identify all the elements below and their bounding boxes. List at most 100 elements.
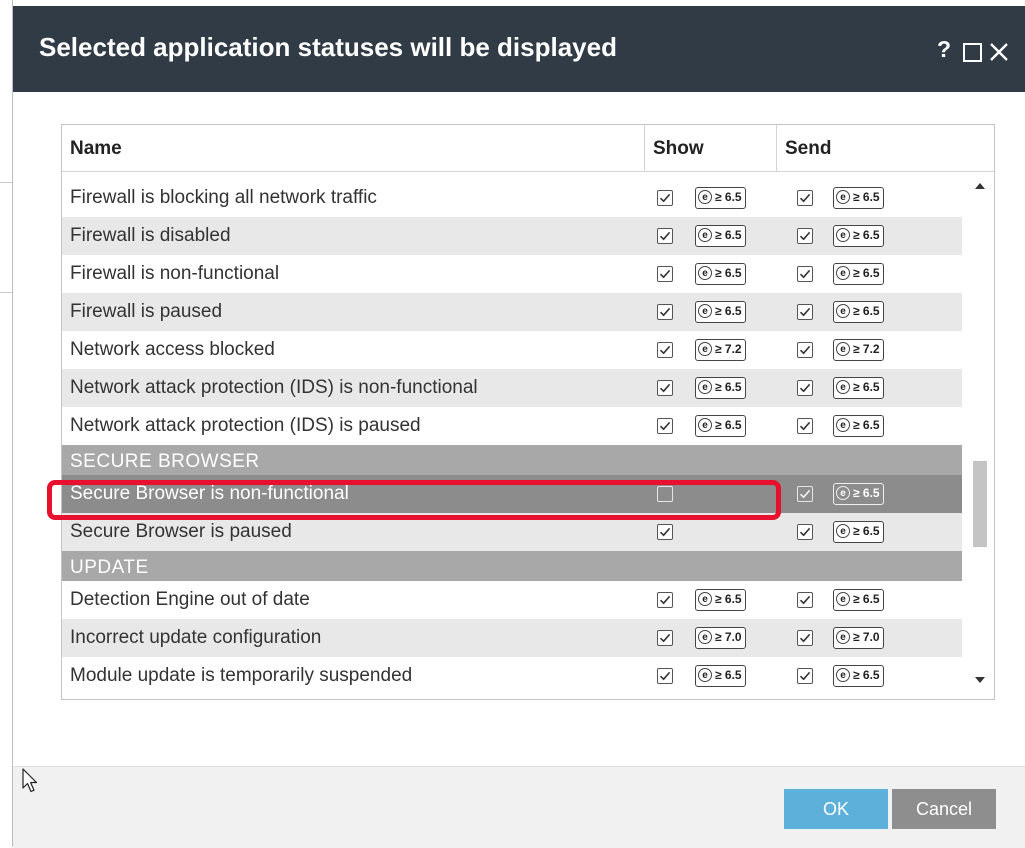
eset-e-icon: e xyxy=(836,523,850,538)
status-name: Firewall is paused xyxy=(70,301,223,322)
checkmark-icon xyxy=(659,671,671,681)
send-checkbox[interactable] xyxy=(797,190,813,206)
version-label: ≥ 7.2 xyxy=(715,342,742,356)
show-checkbox[interactable] xyxy=(657,524,673,540)
ok-button[interactable]: OK xyxy=(784,789,888,829)
show-checkbox[interactable] xyxy=(657,418,673,434)
version-label: ≥ 6.5 xyxy=(853,380,880,394)
category-label: SECURE BROWSER xyxy=(70,451,260,472)
version-label: ≥ 6.5 xyxy=(853,228,880,242)
eset-e-icon: e xyxy=(698,341,712,356)
scroll-thumb[interactable] xyxy=(973,461,987,547)
send-checkbox[interactable] xyxy=(797,486,813,502)
status-name: Incorrect update configuration xyxy=(70,627,322,648)
table-row[interactable]: Firewall is paused e ≥ 6.5 e ≥ 6.5 xyxy=(62,293,962,331)
show-checkbox[interactable] xyxy=(657,630,673,646)
column-header-name[interactable]: Name xyxy=(62,125,644,171)
column-header-send[interactable]: Send xyxy=(776,125,994,171)
table-row[interactable]: Network attack protection (IDS) is non-f… xyxy=(62,369,962,407)
checkmark-icon xyxy=(799,231,811,241)
version-label: ≥ 6.5 xyxy=(715,266,742,280)
show-checkbox[interactable] xyxy=(657,592,673,608)
checkmark-icon xyxy=(659,595,671,605)
table-row[interactable]: Network access blocked e ≥ 7.2 e ≥ 7.2 xyxy=(62,331,962,369)
send-checkbox[interactable] xyxy=(797,630,813,646)
eset-e-icon: e xyxy=(836,667,850,682)
send-checkbox[interactable] xyxy=(797,342,813,358)
selected-row-highlight xyxy=(47,480,781,520)
checkmark-icon xyxy=(799,345,811,355)
table-row[interactable]: Incorrect update configuration e ≥ 7.0 e ≥ 7… xyxy=(62,619,962,657)
show-checkbox[interactable] xyxy=(657,668,673,684)
checkmark-icon xyxy=(799,527,811,537)
category-row[interactable]: UPDATE xyxy=(62,551,962,581)
version-label: ≥ 6.5 xyxy=(715,190,742,204)
send-checkbox[interactable] xyxy=(797,418,813,434)
send-version-badge: e ≥ 6.5 xyxy=(833,589,884,611)
table-row[interactable]: Firewall is non-functional e ≥ 6.5 e ≥ 6.5 xyxy=(62,255,962,293)
send-checkbox[interactable] xyxy=(797,592,813,608)
scroll-down-arrow-icon[interactable] xyxy=(975,677,985,683)
category-row[interactable]: SECURE BROWSER xyxy=(62,445,962,475)
status-selection-dialog: Selected application statuses will be di… xyxy=(12,0,1025,848)
scroll-up-arrow-icon[interactable] xyxy=(975,183,985,189)
eset-e-icon: e xyxy=(836,485,850,500)
status-name: Firewall is disabled xyxy=(70,225,231,246)
checkmark-icon xyxy=(659,383,671,393)
send-version-badge: e ≥ 6.5 xyxy=(833,377,884,399)
send-checkbox[interactable] xyxy=(797,524,813,540)
version-label: ≥ 6.5 xyxy=(853,190,880,204)
version-label: ≥ 6.5 xyxy=(715,304,742,318)
close-icon[interactable] xyxy=(989,42,1009,67)
version-label: ≥ 7.2 xyxy=(853,342,880,356)
version-label: ≥ 6.5 xyxy=(715,668,742,682)
send-checkbox[interactable] xyxy=(797,266,813,282)
table-row[interactable]: Module update is temporarily suspended e ≥… xyxy=(62,657,962,695)
table-row[interactable]: Firewall is disabled e ≥ 6.5 e ≥ 6.5 xyxy=(62,217,962,255)
eset-e-icon: e xyxy=(698,189,712,204)
version-label: ≥ 6.5 xyxy=(853,266,880,280)
table-row[interactable]: Detection Engine out of date e ≥ 6.5 e ≥ 6.5 xyxy=(62,581,962,619)
show-version-badge: e ≥ 6.5 xyxy=(695,415,746,437)
show-checkbox[interactable] xyxy=(657,380,673,396)
version-label: ≥ 6.5 xyxy=(715,380,742,394)
dialog-title: Selected application statuses will be di… xyxy=(39,32,617,62)
send-version-badge: e ≥ 6.5 xyxy=(833,225,884,247)
show-version-badge: e ≥ 6.5 xyxy=(695,225,746,247)
checkmark-icon xyxy=(659,307,671,317)
eset-e-icon: e xyxy=(698,667,712,682)
show-version-badge: e ≥ 7.0 xyxy=(695,627,746,649)
column-header-show[interactable]: Show xyxy=(644,125,776,171)
checkmark-icon xyxy=(799,633,811,643)
mouse-pointer-icon xyxy=(22,768,38,793)
send-checkbox[interactable] xyxy=(797,228,813,244)
version-label: ≥ 6.5 xyxy=(853,418,880,432)
table-row[interactable]: Firewall is blocking all network traffic… xyxy=(62,179,962,217)
show-checkbox[interactable] xyxy=(657,342,673,358)
version-label: ≥ 7.0 xyxy=(853,630,880,644)
status-table: Name Show Send Firewall is blocking all … xyxy=(61,124,995,700)
show-checkbox[interactable] xyxy=(657,190,673,206)
version-label: ≥ 6.5 xyxy=(715,418,742,432)
send-checkbox[interactable] xyxy=(797,304,813,320)
status-name: Firewall is blocking all network traffic xyxy=(70,187,377,208)
eset-e-icon: e xyxy=(698,379,712,394)
send-checkbox[interactable] xyxy=(797,668,813,684)
checkmark-icon xyxy=(799,489,811,499)
eset-e-icon: e xyxy=(698,303,712,318)
table-row[interactable]: Network attack protection (IDS) is pause… xyxy=(62,407,962,445)
show-checkbox[interactable] xyxy=(657,304,673,320)
checkmark-icon xyxy=(659,421,671,431)
maximize-icon[interactable] xyxy=(963,43,982,62)
cancel-button[interactable]: Cancel xyxy=(892,789,996,829)
table-scrollbar[interactable] xyxy=(965,175,994,699)
checkmark-icon xyxy=(799,595,811,605)
question-mark-icon[interactable]: ? xyxy=(937,36,951,63)
send-checkbox[interactable] xyxy=(797,380,813,396)
show-checkbox[interactable] xyxy=(657,228,673,244)
send-version-badge: e ≥ 6.5 xyxy=(833,521,884,543)
version-label: ≥ 6.5 xyxy=(715,228,742,242)
checkmark-icon xyxy=(659,193,671,203)
show-checkbox[interactable] xyxy=(657,266,673,282)
send-version-badge: e ≥ 6.5 xyxy=(833,301,884,323)
